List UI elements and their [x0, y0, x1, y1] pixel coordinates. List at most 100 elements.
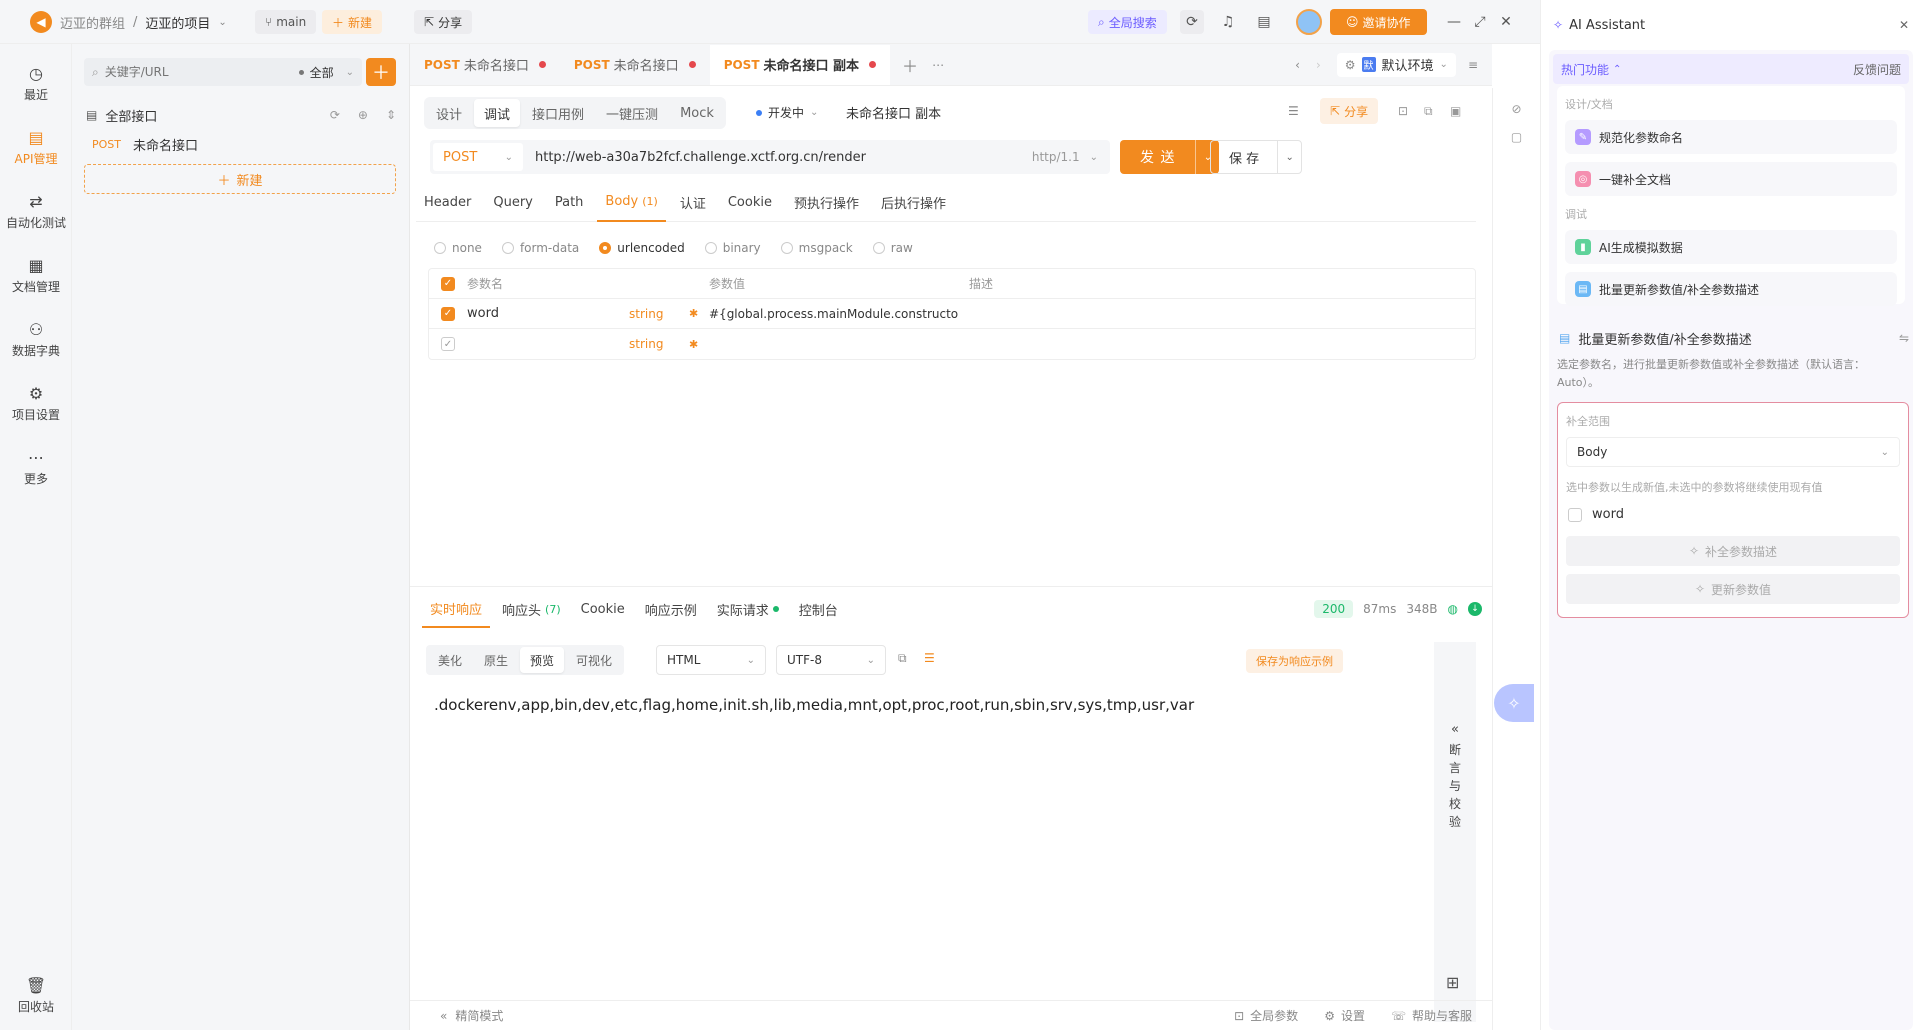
tree-search[interactable]: ⌕ 全部 ⌄	[84, 58, 362, 86]
encoding-select[interactable]: UTF-8 ⌄	[776, 645, 886, 675]
close-icon[interactable]: ✕	[1494, 10, 1518, 34]
mode-tab[interactable]: 调试	[474, 99, 521, 127]
copy-icon[interactable]: ⧉	[898, 651, 907, 666]
chevron-down-icon[interactable]: ⌄	[346, 67, 354, 78]
share-api-button[interactable]: ⇱ 分享	[1320, 98, 1379, 124]
chevron-left-icon[interactable]: ‹	[1295, 58, 1300, 72]
response-tab[interactable]: 响应头 (7)	[494, 590, 569, 628]
param-type[interactable]: string	[629, 337, 689, 351]
param-type[interactable]: string	[629, 307, 689, 321]
view-tab[interactable]: 原生	[474, 647, 518, 673]
select-all-checkbox[interactable]: ✓	[441, 276, 455, 291]
api-name[interactable]: 未命名接口 副本	[846, 103, 941, 122]
req-tab[interactable]: Path	[547, 184, 592, 222]
nav-item-settings[interactable]: ⚙ 项目设置	[0, 372, 72, 436]
req-tab[interactable]: Body (1)	[597, 184, 666, 222]
body-type-option[interactable]: urlencoded	[599, 241, 685, 255]
param-option[interactable]: word	[1558, 499, 1908, 530]
req-tab[interactable]: 后执行操作	[873, 184, 954, 222]
format-icon[interactable]: ☰	[1288, 104, 1299, 118]
refresh-icon[interactable]: ⟳	[330, 108, 340, 122]
action-mock-data[interactable]: ▮ AI生成模拟数据	[1565, 230, 1897, 264]
body-type-option[interactable]: msgpack	[780, 241, 853, 255]
action-normalize[interactable]: ✎ 规范化参数命名	[1565, 120, 1897, 154]
new-button[interactable]: ＋新建	[322, 10, 383, 34]
req-tab[interactable]: 预执行操作	[786, 184, 867, 222]
nav-item-automation[interactable]: ⇄ 自动化测试	[0, 180, 72, 244]
view-tab[interactable]: 可视化	[566, 647, 622, 673]
request-tab[interactable]: POST 未命名接口 副本	[709, 44, 891, 85]
response-tab[interactable]: Cookie	[573, 590, 633, 628]
req-tab[interactable]: Query	[485, 184, 541, 222]
tree-new-button[interactable]: ＋ 新建	[84, 164, 396, 194]
share-button[interactable]: ⇱ 分享	[414, 10, 473, 34]
response-tab[interactable]: 响应示例	[637, 590, 705, 628]
param-checkbox[interactable]	[1568, 507, 1582, 522]
bell-icon[interactable]: ♫	[1216, 10, 1240, 34]
minimize-icon[interactable]: —	[1442, 10, 1466, 34]
body-type-option[interactable]: none	[434, 241, 482, 255]
save-example-button[interactable]: 保存为响应示例	[1246, 649, 1343, 673]
collapse-icon[interactable]: ⇕	[386, 108, 396, 122]
archive-icon[interactable]: ▣	[1450, 104, 1461, 118]
hot-toggle[interactable]: 热门功能	[1561, 61, 1609, 78]
nav-item-api[interactable]: ▤ API管理	[0, 116, 72, 180]
menu-icon[interactable]: ≡	[1468, 58, 1478, 72]
branch-selector[interactable]: ⑂ main	[255, 10, 317, 34]
env-selector[interactable]: ⚙ 默 默认环境 ⌄	[1336, 52, 1456, 77]
chevron-right-icon[interactable]: ›	[1316, 58, 1321, 72]
req-tab[interactable]: Cookie	[720, 184, 780, 222]
copy-icon[interactable]: ⧉	[1424, 104, 1433, 119]
response-tab[interactable]: 实时响应	[422, 590, 491, 628]
plus-icon[interactable]: ＋	[902, 53, 918, 77]
format-select[interactable]: HTML ⌄	[656, 645, 766, 675]
globe-icon[interactable]: ◍	[1448, 602, 1458, 616]
help-button[interactable]: 帮助与客服	[1412, 1007, 1472, 1024]
scope-select[interactable]: Body ⌄	[1566, 437, 1900, 467]
method-select[interactable]: POST ⌄	[433, 143, 523, 171]
body-type-option[interactable]: form-data	[501, 241, 579, 255]
collapse-icon[interactable]: «	[440, 1009, 447, 1023]
mode-tab[interactable]: 一键压测	[596, 99, 668, 127]
project-breadcrumb[interactable]: 迈亚的项目	[145, 13, 210, 32]
req-tab[interactable]: 认证	[672, 184, 714, 222]
chevron-down-icon[interactable]: ⌄	[1090, 152, 1098, 163]
doc-outline-icon[interactable]: ▢	[1493, 130, 1540, 144]
add-icon[interactable]: ＋	[366, 58, 396, 86]
complete-desc-button[interactable]: ✧ 补全参数描述	[1566, 536, 1900, 566]
tree-item[interactable]: POST 未命名接口	[92, 132, 198, 156]
chevron-up-icon[interactable]: ⌃	[1613, 64, 1621, 75]
save-button[interactable]: 保 存 ⌄	[1210, 140, 1303, 174]
sliders-icon[interactable]: ⇋	[1899, 331, 1909, 345]
body-type-option[interactable]: binary	[704, 241, 761, 255]
required-icon[interactable]: ✱	[689, 338, 709, 351]
mode-tab[interactable]: 接口用例	[522, 99, 594, 127]
response-tab[interactable]: 实际请求	[709, 590, 787, 628]
row-checkbox[interactable]: ✓	[441, 337, 455, 351]
param-value[interactable]: #{global.process.mainModule.constructor.…	[709, 307, 959, 321]
maximize-icon[interactable]: ⤢	[1468, 10, 1492, 34]
action-complete-doc[interactable]: ◎ 一键补全文档	[1565, 162, 1897, 196]
check-icon[interactable]: ⊘	[1493, 102, 1540, 116]
status-selector[interactable]: 开发中 ⌄	[756, 104, 818, 121]
close-icon[interactable]: ✕	[1899, 18, 1909, 32]
nav-item-more[interactable]: ⋯ 更多	[0, 436, 72, 500]
url-input[interactable]	[523, 149, 1032, 165]
request-tab[interactable]: POST 未命名接口	[560, 45, 710, 85]
nav-item-dictionary[interactable]: ⚇ 数据字典	[0, 308, 72, 372]
global-params-button[interactable]: 全局参数	[1250, 1007, 1298, 1024]
row-checkbox[interactable]: ✓	[441, 306, 455, 321]
locate-icon[interactable]: ⊕	[358, 108, 368, 122]
notes-icon[interactable]: ▤	[1252, 10, 1276, 34]
download-icon[interactable]: ↓	[1468, 602, 1482, 616]
more-icon[interactable]: ⋯	[932, 58, 944, 72]
invite-button[interactable]: ☺ 邀请协作	[1330, 9, 1427, 35]
param-name[interactable]: word	[467, 306, 629, 321]
tree-filter[interactable]: 全部	[310, 64, 334, 81]
nav-item-clock[interactable]: ◷ 最近	[0, 52, 72, 116]
send-button[interactable]: 发 送 ⌄	[1120, 140, 1220, 174]
body-type-option[interactable]: raw	[872, 241, 913, 255]
required-icon[interactable]: ✱	[689, 307, 709, 320]
sync-icon[interactable]: ⟳	[1180, 10, 1204, 34]
nav-item-doc[interactable]: ▦ 文档管理	[0, 244, 72, 308]
